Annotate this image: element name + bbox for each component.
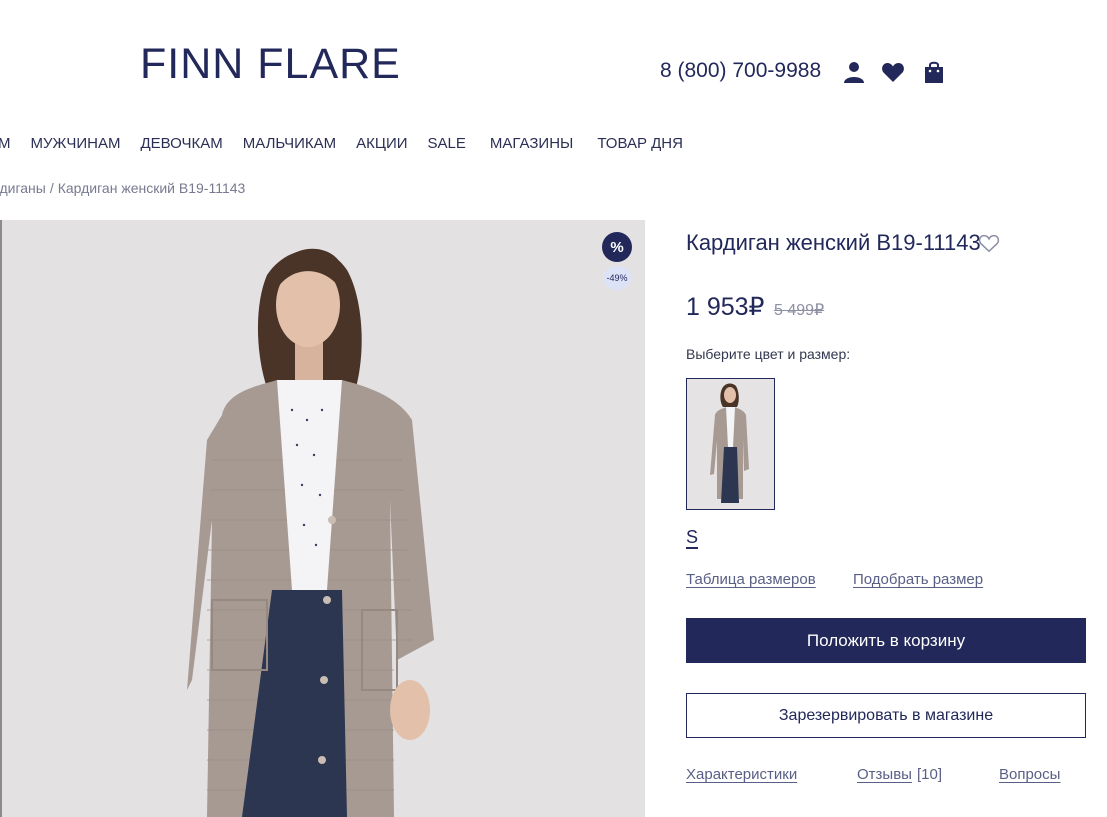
heart-icon[interactable]: [881, 60, 905, 84]
breadcrumb: рдиганы/Кардиган женский B19-11143: [0, 180, 245, 196]
nav-item-boys[interactable]: МАЛЬЧИКАМ: [243, 135, 336, 152]
tab-reviews[interactable]: Отзывы: [857, 766, 912, 783]
current-price: 1 953₽: [686, 293, 765, 321]
reviews-count: [10]: [917, 766, 943, 783]
find-size-link[interactable]: Подобрать размер: [853, 571, 983, 588]
size-option-s[interactable]: S: [686, 527, 699, 549]
nav-item-sale[interactable]: SALE: [428, 135, 466, 152]
product-photo[interactable]: [2, 220, 645, 817]
nav-item-stores[interactable]: МАГАЗИНЫ: [490, 135, 573, 152]
brand-logo[interactable]: FINN FLARE: [140, 40, 401, 89]
shopping-bag-icon[interactable]: [922, 60, 946, 84]
nav-item-men[interactable]: МУЖЧИНАМ: [31, 135, 121, 152]
nav-item-women[interactable]: АМ: [0, 135, 11, 152]
discount-badge: -49%: [603, 266, 631, 290]
user-icon[interactable]: [842, 60, 866, 84]
phone-number[interactable]: 8 (800) 700-9988: [660, 59, 821, 83]
heart-outline-icon[interactable]: [978, 232, 1000, 254]
tab-characteristics[interactable]: Характеристики: [686, 766, 797, 783]
old-price: 5 499₽: [774, 302, 825, 319]
nav-item-girls[interactable]: ДЕВОЧКАМ: [141, 135, 223, 152]
breadcrumb-current: Кардиган женский B19-11143: [57, 180, 246, 196]
breadcrumb-parent-link[interactable]: рдиганы: [0, 180, 46, 196]
color-swatch[interactable]: [686, 378, 775, 510]
add-to-cart-button[interactable]: Положить в корзину: [686, 618, 1086, 663]
nav-item-product-of-day[interactable]: ТОВАР ДНЯ: [597, 135, 683, 152]
choose-color-size-label: Выберите цвет и размер:: [686, 346, 851, 362]
tab-questions[interactable]: Вопросы: [999, 766, 1060, 783]
reserve-in-store-button[interactable]: Зарезервировать в магазине: [686, 693, 1086, 738]
nav-item-promotions[interactable]: АКЦИИ: [356, 135, 407, 152]
breadcrumb-separator: /: [49, 180, 54, 196]
size-table-link[interactable]: Таблица размеров: [686, 571, 816, 588]
main-nav: АМ МУЖЧИНАМ ДЕВОЧКАМ МАЛЬЧИКАМ АКЦИИ SAL…: [0, 135, 683, 152]
sale-badge: %: [602, 232, 632, 262]
product-title: Кардиган женский B19-11143: [686, 230, 981, 255]
